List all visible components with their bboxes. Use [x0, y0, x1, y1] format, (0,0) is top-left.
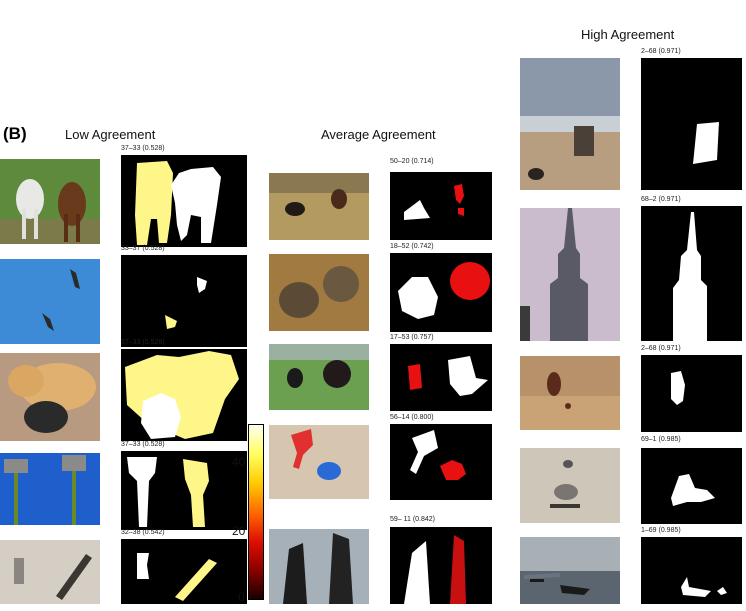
mask-screw-stick — [121, 539, 247, 604]
mask-horses — [121, 155, 247, 247]
caption-avg-1: 50–20 (0.714) — [390, 158, 434, 165]
mask-beach-chair — [641, 58, 742, 190]
photo-beach-chair — [520, 58, 620, 190]
average-agreement-header: Average Agreement — [321, 127, 436, 142]
photo-dog-rabbit — [0, 353, 100, 441]
photo-pine-cones — [269, 254, 369, 331]
mask-stone-towers — [390, 527, 492, 604]
caption-high-4: 69–1 (0.985) — [641, 436, 681, 443]
caption-high-3: 2–68 (0.971) — [641, 345, 681, 352]
photo-seagulls — [520, 448, 620, 523]
colorbar-tick-20: 20 — [232, 524, 246, 538]
mask-brown-blob — [641, 355, 742, 432]
photo-cows — [269, 344, 369, 410]
mask-light-towers — [121, 451, 247, 530]
mask-boats — [641, 537, 742, 604]
mask-birds — [121, 255, 247, 347]
colorbar-tick-40: 40 — [232, 455, 246, 469]
photo-brown-blob — [520, 356, 620, 430]
caption-low-1: 37–33 (0.528) — [121, 145, 165, 152]
mask-seagull — [641, 448, 742, 524]
mask-skyscraper — [641, 206, 742, 341]
caption-avg-5: 59– 11 (0.842) — [390, 516, 436, 523]
caption-low-4: 37–33 (0.528) — [121, 441, 165, 448]
caption-avg-4: 56–14 (0.800) — [390, 414, 434, 421]
caption-low-5: 32–38 (0.542) — [121, 529, 165, 536]
colorbar — [248, 424, 264, 600]
low-agreement-header: Low Agreement — [65, 127, 156, 142]
caption-high-1: 2–68 (0.971) — [641, 48, 681, 55]
photo-cats-grass — [269, 173, 369, 240]
mask-dog-rabbit — [121, 349, 247, 441]
mask-pine-cones — [390, 253, 492, 332]
mask-cats — [390, 172, 492, 240]
photo-light-towers — [0, 453, 100, 525]
high-agreement-header: High Agreement — [581, 27, 675, 42]
colorbar-tick-0: 0 — [238, 590, 245, 604]
photo-screw-stick — [0, 540, 100, 604]
panel-label: (B) — [3, 124, 27, 143]
photo-skyscraper — [520, 208, 620, 341]
caption-low-3: 37–33 (0.528) — [121, 339, 165, 346]
photo-birds — [0, 259, 100, 344]
photo-stone-towers — [269, 529, 369, 604]
photo-sand-toys — [269, 425, 369, 499]
caption-high-5: 1–69 (0.985) — [641, 527, 681, 534]
photo-horses — [0, 159, 100, 244]
caption-avg-2: 18–52 (0.742) — [390, 243, 434, 250]
caption-avg-3: 17–53 (0.757) — [390, 334, 434, 341]
mask-cows — [390, 344, 492, 411]
caption-low-2: 33–37 (0.528) — [121, 245, 165, 252]
photo-boats — [520, 537, 620, 604]
caption-high-2: 68–2 (0.971) — [641, 196, 681, 203]
mask-sand-toys — [390, 424, 492, 500]
